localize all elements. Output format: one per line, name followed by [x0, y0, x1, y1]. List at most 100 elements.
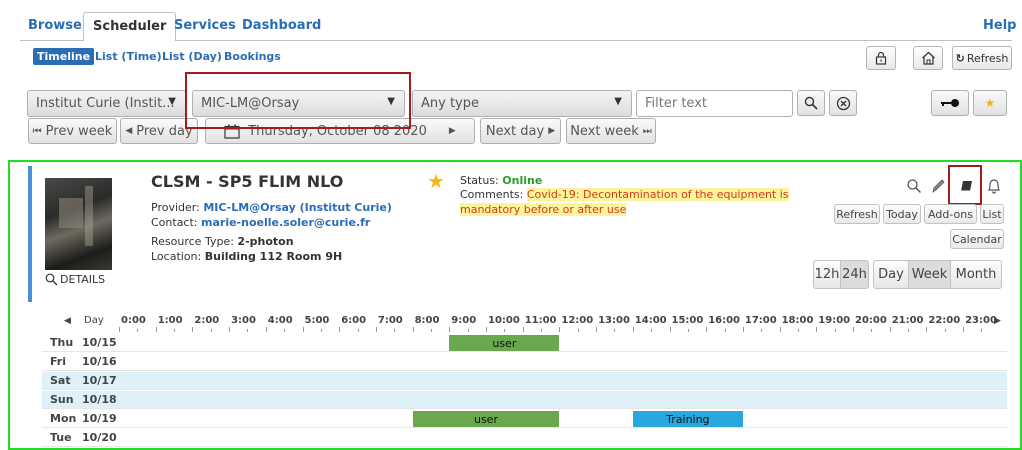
resource-photo[interactable] — [45, 178, 112, 270]
bell-icon[interactable] — [987, 178, 1001, 197]
calendar-button[interactable]: Calendar — [950, 229, 1004, 249]
prev-week-label: Prev week — [45, 123, 113, 139]
addons-button[interactable]: Add-ons — [924, 204, 977, 224]
search-button[interactable] — [797, 90, 825, 116]
star-icon: ★ — [984, 96, 996, 110]
booking-block[interactable]: user — [412, 411, 560, 427]
subtab-timeline[interactable]: Timeline — [33, 48, 95, 65]
prev-week-button[interactable]: ⏮ Prev week — [28, 118, 117, 144]
timeline-row[interactable]: Thu 10/15 user — [42, 334, 1007, 352]
next-day-button[interactable]: Next day ▶ — [480, 118, 561, 144]
half-hour-tick — [137, 329, 139, 332]
next-week-button[interactable]: Next week ⏭ — [566, 118, 656, 144]
key-button[interactable] — [931, 90, 969, 116]
comments-line-2: mandatory before or after use — [460, 203, 627, 216]
half-hour-tick — [687, 329, 689, 332]
hour-tick — [779, 327, 781, 332]
hour-tick — [522, 327, 524, 332]
details-link[interactable]: DETAILS — [45, 273, 105, 286]
resource-type-line: Resource Type: 2-photon — [151, 235, 294, 248]
hour-tick — [816, 327, 818, 332]
half-hour-tick — [430, 329, 432, 332]
subtab-list-day[interactable]: List (Day) — [162, 50, 222, 63]
type-value: Any type — [421, 96, 479, 111]
next-day-label: Next day — [485, 123, 545, 139]
filter-text-input[interactable] — [636, 90, 793, 117]
hour-label: 5:00 — [304, 315, 330, 326]
type-select[interactable]: Any type ▼ — [412, 90, 632, 117]
view-24h-button[interactable]: 24h — [840, 260, 869, 289]
view-week-button[interactable]: Week — [908, 260, 951, 289]
timeline-row[interactable]: Tue 10/20 — [42, 429, 1007, 447]
hour-tick — [669, 327, 671, 332]
tab-scheduler[interactable]: Scheduler — [83, 12, 177, 41]
half-hour-tick — [871, 329, 873, 332]
subtab-list-time[interactable]: List (Time) — [95, 50, 162, 63]
booking-block[interactable]: Training — [632, 411, 743, 427]
refresh-icon: ↻ — [955, 51, 965, 65]
timeline-row[interactable]: Sat 10/17 — [42, 372, 1007, 390]
half-hour-tick — [724, 329, 726, 332]
institute-select[interactable]: Institut Curie (Instit... ▼ — [27, 90, 186, 117]
next-week-label: Next week — [570, 123, 639, 139]
hour-tick — [339, 327, 341, 332]
contact-link[interactable]: marie-noelle.soler@curie.fr — [201, 216, 370, 229]
timeline-row[interactable]: Mon 10/19 user Training — [42, 410, 1007, 428]
half-hour-tick — [761, 329, 763, 332]
home-icon — [921, 51, 935, 65]
timeline-row[interactable]: Fri 10/16 — [42, 353, 1007, 371]
timeline-row[interactable]: Sun 10/18 — [42, 391, 1007, 409]
hour-label: 4:00 — [267, 315, 293, 326]
pencil-icon[interactable] — [930, 177, 946, 198]
hour-tick — [926, 327, 928, 332]
half-hour-tick — [394, 329, 396, 332]
list-button[interactable]: List — [980, 204, 1004, 224]
zoom-icon[interactable] — [906, 178, 922, 197]
timeline-prev-icon[interactable]: ◀ — [64, 316, 71, 326]
top-refresh-button[interactable]: ↻ Refresh — [952, 46, 1012, 70]
row-weekday: Tue — [50, 431, 72, 444]
tab-browse[interactable]: Browse — [28, 18, 82, 33]
comments-label: Comments: — [460, 188, 524, 201]
hour-label: 15:00 — [671, 315, 704, 326]
book-highlight-box — [948, 165, 982, 205]
hour-label: 6:00 — [341, 315, 367, 326]
chevron-right-icon: ▶ — [448, 126, 456, 136]
favorites-button[interactable]: ★ — [973, 90, 1007, 116]
view-month-button[interactable]: Month — [950, 260, 1002, 289]
view-12h-button[interactable]: 12h — [813, 260, 841, 289]
row-date: 10/18 — [82, 393, 117, 406]
favorite-star-icon[interactable]: ★ — [427, 169, 445, 193]
half-hour-tick — [577, 329, 579, 332]
tab-dashboard[interactable]: Dashboard — [242, 18, 321, 33]
hour-label: 0:00 — [121, 315, 146, 326]
skip-forward-icon: ⏭ — [642, 125, 652, 137]
tab-services[interactable]: Services — [174, 18, 236, 33]
clear-filter-button[interactable] — [829, 90, 857, 116]
hour-label: 16:00 — [708, 315, 741, 326]
hour-label: 3:00 — [231, 315, 256, 326]
half-hour-tick — [797, 329, 799, 332]
hour-tick — [486, 327, 487, 332]
chevron-down-icon: ▼ — [168, 96, 176, 107]
hour-label: 2:00 — [194, 315, 220, 326]
booking-block[interactable]: user — [449, 335, 560, 351]
photo-detail — [85, 186, 93, 246]
provider-link[interactable]: MIC-LM@Orsay (Institut Curie) — [203, 201, 392, 214]
half-hour-tick — [944, 329, 946, 332]
help-link[interactable]: Help — [983, 18, 1016, 33]
hour-tick — [449, 327, 451, 332]
today-button[interactable]: Today — [883, 204, 921, 224]
home-button[interactable] — [913, 46, 943, 70]
timeline-day-label: Day — [84, 315, 104, 326]
hour-tick — [853, 327, 854, 332]
hour-tick — [596, 327, 598, 332]
comments-text-2: mandatory before or after use — [460, 203, 627, 216]
half-hour-tick — [284, 329, 286, 332]
view-day-button[interactable]: Day — [873, 260, 909, 289]
hour-tick — [559, 327, 561, 332]
hour-label: 20:00 — [855, 315, 887, 326]
lock-button[interactable] — [866, 46, 896, 70]
refresh-button[interactable]: Refresh — [834, 204, 880, 224]
subtab-bookings[interactable]: Bookings — [224, 50, 281, 63]
